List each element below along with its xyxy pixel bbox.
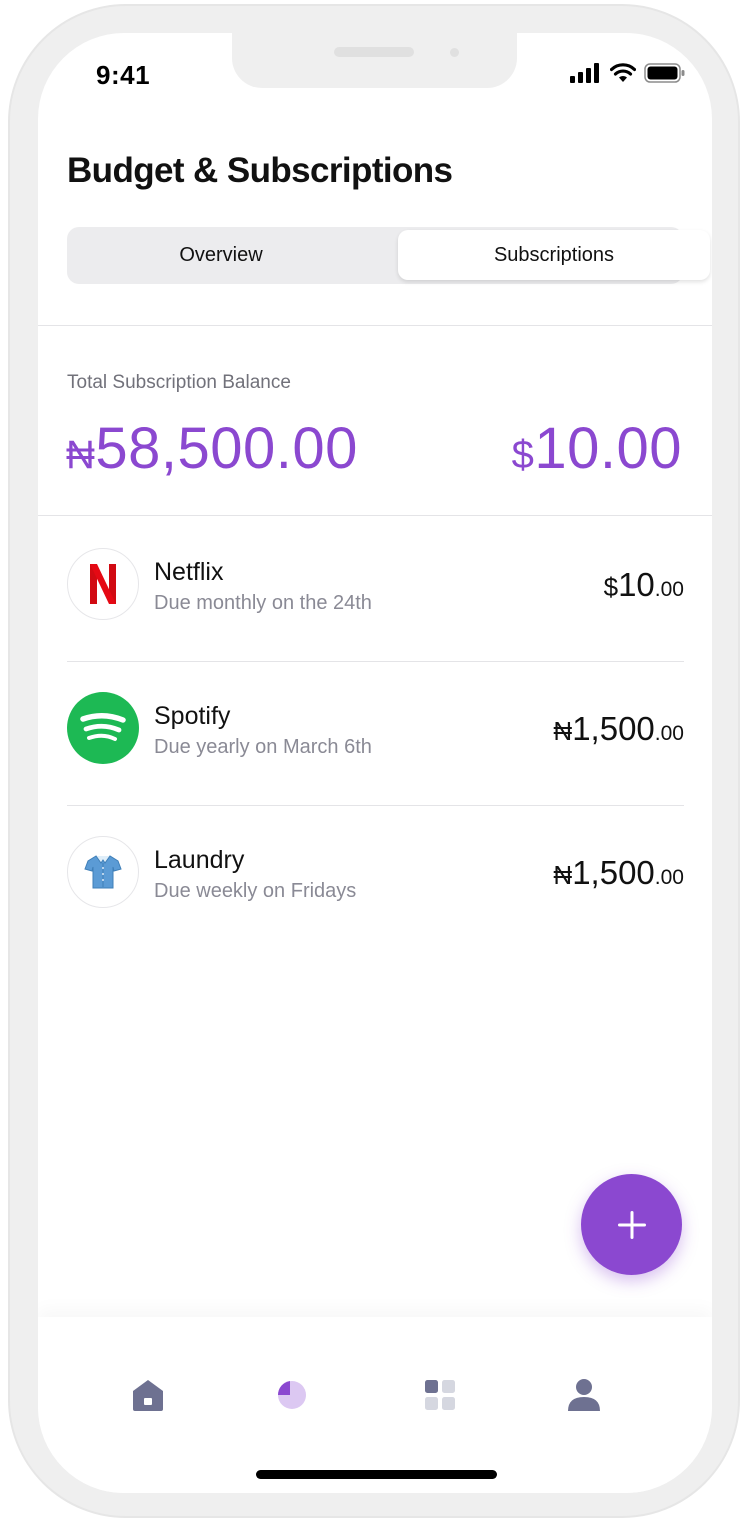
subscription-name: Spotify bbox=[154, 702, 231, 730]
pie-chart-icon bbox=[277, 1381, 306, 1409]
phone-screen: 9:41 Budget & Subscriptions Overview Sub… bbox=[38, 33, 712, 1493]
currency-symbol: ₦ bbox=[553, 860, 573, 890]
amount-cents: .00 bbox=[654, 578, 684, 601]
status-icons bbox=[570, 63, 686, 83]
wifi-icon bbox=[610, 63, 636, 82]
amount-whole: 10 bbox=[618, 566, 655, 603]
subscription-amount: ₦1,500.00 bbox=[553, 710, 684, 748]
dollar-amount: 10.00 bbox=[534, 416, 682, 481]
subscription-row-laundry[interactable]: Laundry Due weekly on Fridays ₦1,500.00 bbox=[67, 836, 684, 910]
subscription-row-spotify[interactable]: Spotify Due yearly on March 6th ₦1,500.0… bbox=[67, 692, 684, 766]
nav-budget[interactable] bbox=[272, 1375, 312, 1415]
amount-cents: .00 bbox=[654, 722, 684, 745]
subscription-row-netflix[interactable]: Netflix Due monthly on the 24th $10.00 bbox=[67, 548, 684, 622]
amount-whole: 1,500 bbox=[572, 854, 655, 891]
balance-label: Total Subscription Balance bbox=[67, 372, 291, 393]
plus-icon bbox=[617, 1210, 646, 1239]
amount-cents: .00 bbox=[654, 866, 684, 889]
dollar-balance: $10.00 bbox=[512, 415, 682, 482]
nav-home[interactable] bbox=[128, 1375, 168, 1415]
subscription-name: Netflix bbox=[154, 558, 224, 586]
battery-icon bbox=[644, 63, 685, 83]
segmented-control: Overview Subscriptions bbox=[67, 227, 710, 284]
grid-icon bbox=[425, 1380, 455, 1410]
netflix-icon bbox=[67, 548, 139, 620]
user-icon bbox=[568, 1379, 600, 1411]
dollar-symbol: $ bbox=[511, 433, 535, 477]
currency-symbol: ₦ bbox=[553, 716, 573, 746]
subscription-amount: ₦1,500.00 bbox=[553, 854, 684, 892]
row-divider bbox=[67, 661, 684, 662]
tab-subscriptions[interactable]: Subscriptions bbox=[398, 230, 710, 280]
subscription-name: Laundry bbox=[154, 846, 245, 874]
nav-profile[interactable] bbox=[564, 1375, 604, 1415]
bottom-nav bbox=[38, 1317, 712, 1493]
notch bbox=[232, 33, 517, 88]
signal-icon bbox=[570, 63, 599, 83]
divider bbox=[38, 325, 712, 326]
spotify-icon bbox=[67, 692, 139, 764]
subscription-due: Due monthly on the 24th bbox=[154, 592, 372, 614]
amount-whole: 1,500 bbox=[572, 710, 655, 747]
page-title: Budget & Subscriptions bbox=[67, 151, 453, 190]
home-icon bbox=[133, 1380, 163, 1411]
home-indicator bbox=[256, 1470, 497, 1479]
camera bbox=[450, 48, 459, 57]
tab-overview[interactable]: Overview bbox=[70, 230, 372, 280]
add-subscription-button[interactable] bbox=[581, 1174, 682, 1275]
nav-dashboard[interactable] bbox=[420, 1375, 460, 1415]
shirt-icon bbox=[67, 836, 139, 908]
status-time: 9:41 bbox=[96, 60, 151, 90]
subscription-amount: $10.00 bbox=[604, 566, 684, 604]
naira-symbol: ₦ bbox=[66, 433, 96, 477]
currency-symbol: $ bbox=[603, 572, 619, 602]
speaker bbox=[334, 47, 414, 57]
subscription-due: Due yearly on March 6th bbox=[154, 736, 372, 758]
subscription-due: Due weekly on Fridays bbox=[154, 880, 357, 902]
naira-balance: ₦58,500.00 bbox=[66, 415, 358, 482]
row-divider bbox=[67, 805, 684, 806]
naira-amount: 58,500.00 bbox=[95, 416, 358, 481]
divider bbox=[38, 515, 712, 516]
